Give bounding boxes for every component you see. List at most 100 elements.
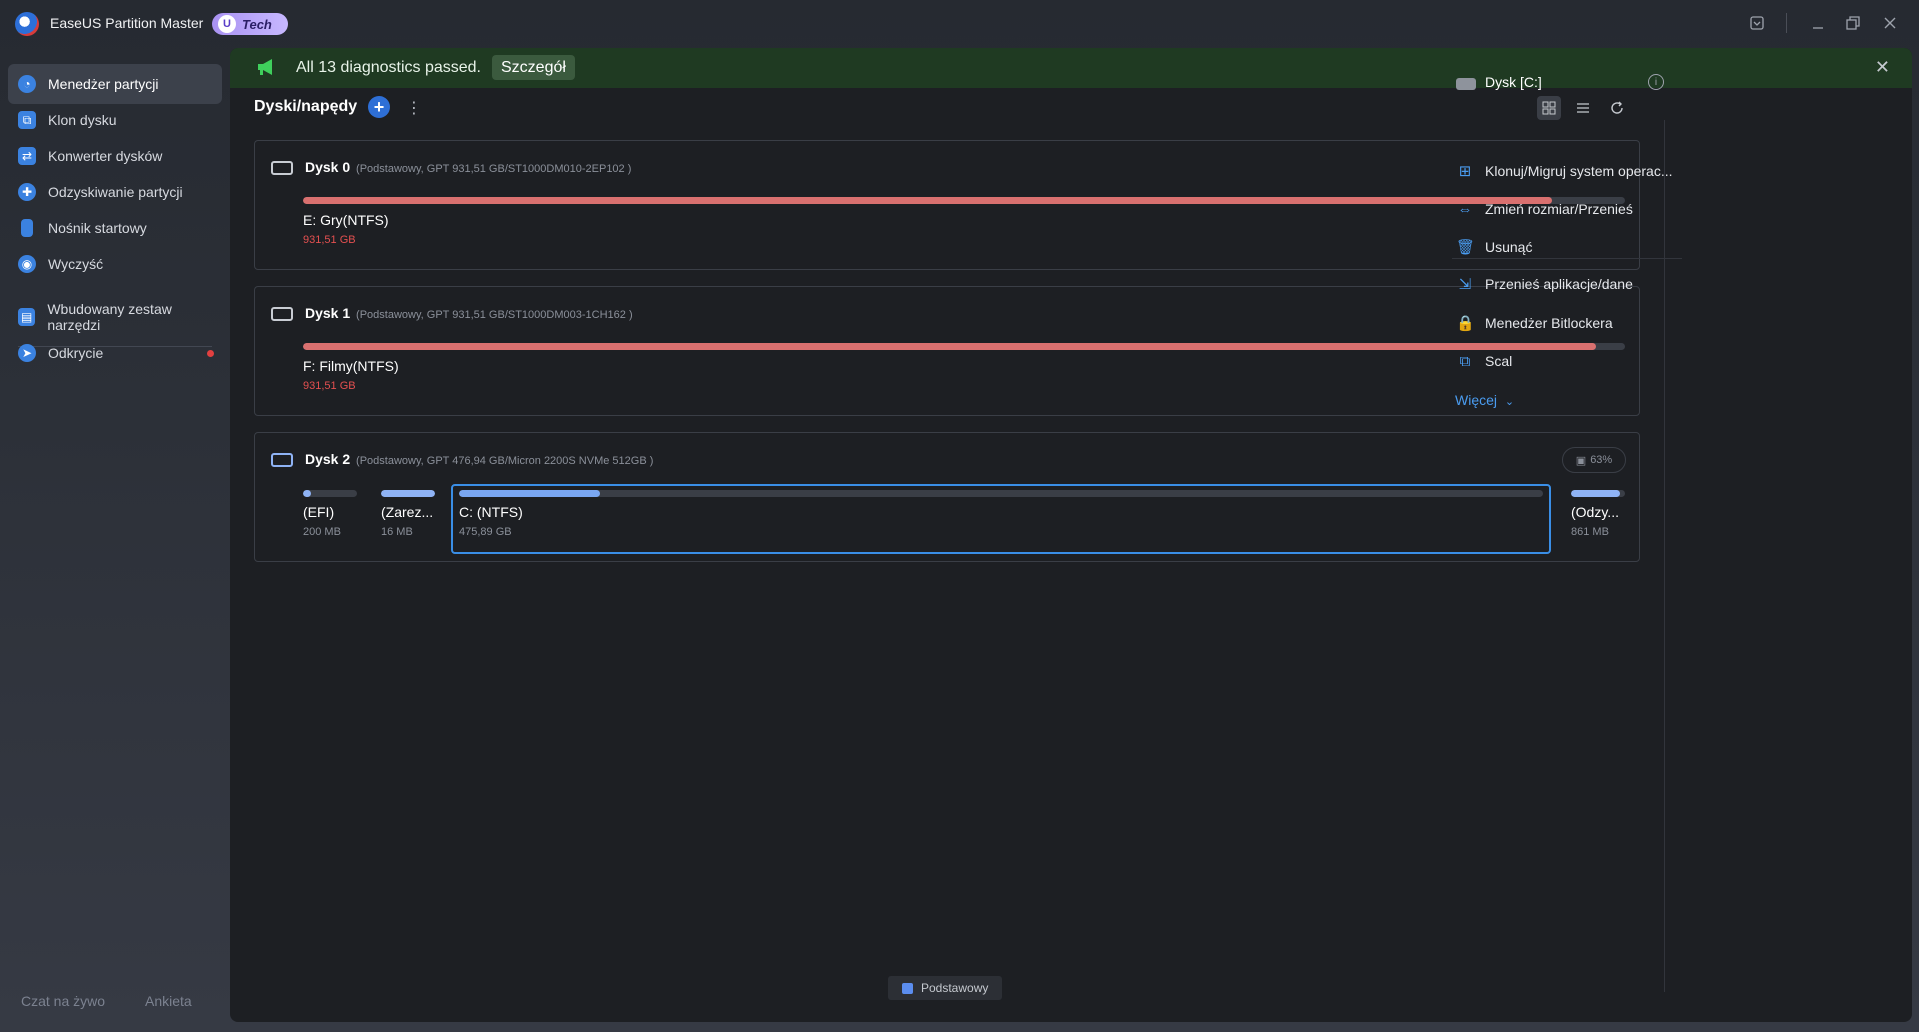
partition-size: 200 MB — [303, 526, 341, 538]
disk-info: (Podstawowy, GPT 931,51 GB/ST1000DM003-1… — [356, 309, 633, 321]
usb-icon — [21, 219, 33, 237]
trash-icon: 🗑 — [1456, 239, 1476, 256]
app-name: EaseUS Partition Master — [50, 15, 204, 31]
sidebar-item-label: Odkrycie — [48, 345, 104, 361]
convert-icon: ⇄ — [18, 147, 36, 165]
sidebar-item-disk-clone[interactable]: ⧉ Klon dysku — [8, 100, 222, 140]
disk-name: Dysk 2 (Podstawowy, GPT 476,94 GB/Micron… — [305, 451, 653, 467]
partition-size: 931,51 GB — [303, 380, 356, 392]
sidebar-item-label: Nośnik startowy — [48, 220, 147, 236]
more-options-icon[interactable]: ⋮ — [406, 98, 422, 118]
clean-icon: ◉ — [18, 255, 36, 273]
sidebar-item-label: Wbudowany zestaw narzędzi — [47, 301, 172, 333]
disk-name: Dysk 1 (Podstawowy, GPT 931,51 GB/ST1000… — [305, 305, 633, 321]
action-resize-move[interactable]: ⇔ Zmień rozmiar/Przenieś — [1456, 197, 1633, 221]
live-chat-link[interactable]: Czat na żywo — [21, 993, 105, 1009]
restore-icon[interactable] — [1843, 13, 1863, 33]
action-label: Klonuj/Migruj system operac... — [1485, 163, 1673, 179]
action-clone-migrate-os[interactable]: ⊞ Klonuj/Migruj system operac... — [1456, 159, 1673, 183]
sidebar: ◔ Menedżer partycji ⧉ Klon dysku ⇄ Konwe… — [0, 47, 230, 1032]
partition-name[interactable]: C: (NTFS) — [459, 504, 523, 520]
chevron-down-icon: ⌄ — [1504, 396, 1515, 408]
add-disk-button[interactable]: + — [368, 96, 390, 118]
disk-card-1[interactable]: Dysk 1 (Podstawowy, GPT 931,51 GB/ST1000… — [254, 286, 1640, 416]
edition-badge-letter: U — [218, 15, 236, 33]
sidebar-item-toolkit[interactable]: ▤ Wbudowany zestaw narzędzi — [8, 297, 222, 337]
feedback-icon[interactable] — [1747, 13, 1767, 33]
close-icon[interactable]: ✕ — [1875, 57, 1890, 78]
more-label: Więcej — [1455, 392, 1498, 408]
clone-icon: ⧉ — [18, 111, 36, 129]
details-button[interactable]: Szczegół — [492, 55, 575, 80]
close-window-icon[interactable] — [1880, 13, 1900, 33]
partition-usage-fill — [303, 343, 1596, 350]
partition-usage-fill — [459, 490, 600, 497]
windows-icon: ⊞ — [1458, 163, 1472, 180]
action-bitlocker[interactable]: 🔒 Menedżer Bitlockera — [1456, 311, 1613, 335]
sidebar-item-discovery[interactable]: ➤ Odkrycie — [8, 333, 222, 373]
disk-card-0[interactable]: Dysk 0 (Podstawowy, GPT 931,51 GB/ST1000… — [254, 140, 1640, 270]
partition-usage-bar — [459, 490, 1543, 497]
partition-name[interactable]: (Odzy... — [1571, 504, 1619, 520]
hard-disk-icon — [271, 161, 293, 175]
partition-name[interactable]: (Zarez... — [381, 504, 433, 520]
legend-label: Podstawowy — [921, 981, 989, 995]
main-panel: All 13 diagnostics passed. Szczegół ✕ Dy… — [230, 48, 1912, 1022]
partition-usage-bar — [303, 490, 357, 497]
partition-usage-bar — [303, 343, 1625, 350]
move-apps-icon: ⇲ — [1458, 276, 1472, 293]
disk-card-2[interactable]: Dysk 2 (Podstawowy, GPT 476,94 GB/Micron… — [254, 432, 1640, 562]
title-separator — [1786, 13, 1787, 33]
right-panel-divider — [1664, 120, 1665, 992]
sidebar-item-disk-converter[interactable]: ⇄ Konwerter dysków — [8, 136, 222, 176]
sidebar-item-cleanup[interactable]: ◉ Wyczyść — [8, 244, 222, 284]
notification-dot — [207, 349, 214, 357]
sidebar-item-bootable-media[interactable]: Nośnik startowy — [8, 208, 222, 248]
partition-usage-fill — [1571, 490, 1620, 497]
disk-info: (Podstawowy, GPT 931,51 GB/ST1000DM010-2… — [356, 163, 632, 175]
list-view-icon[interactable] — [1571, 96, 1595, 120]
sidebar-item-partition-recovery[interactable]: ✚ Odzyskiwanie partycji — [8, 172, 222, 212]
action-delete[interactable]: 🗑 Usunąć — [1456, 235, 1532, 259]
sidebar-item-partition-manager[interactable]: ◔ Menedżer partycji — [8, 64, 222, 104]
sidebar-item-label: Klon dysku — [48, 112, 117, 128]
disk-usage-badge: ▣ 63% — [1562, 447, 1626, 473]
disk-usage-icon: ▣ — [1575, 454, 1587, 467]
info-icon[interactable]: i — [1648, 74, 1664, 90]
legend: Podstawowy — [888, 976, 1003, 1000]
title-bar: EaseUS Partition Master U Tech — [0, 0, 1919, 47]
partition-size: 931,51 GB — [303, 234, 356, 246]
refresh-icon[interactable] — [1605, 96, 1629, 120]
more-actions-link[interactable]: Więcej ⌄ — [1455, 392, 1514, 408]
disk-usage-value: 63% — [1590, 454, 1613, 466]
disk-name: Dysk 0 (Podstawowy, GPT 931,51 GB/ST1000… — [305, 159, 631, 175]
banner-text: All 13 diagnostics passed. — [296, 59, 481, 76]
partition-usage-fill — [303, 490, 312, 497]
bitlocker-icon: 🔒 — [1456, 315, 1475, 332]
action-merge[interactable]: ⧉ Scal — [1456, 349, 1513, 373]
disk-title: Dysk 1 — [305, 305, 351, 321]
partition-name[interactable]: E: Gry(NTFS) — [303, 212, 389, 228]
minimize-icon[interactable] — [1808, 13, 1828, 33]
action-label: Przenieś aplikacje/dane — [1485, 276, 1633, 292]
disk-title: Dysk 0 — [305, 159, 351, 175]
disk-icon — [1456, 78, 1476, 90]
legend-swatch — [902, 982, 913, 994]
partition-name[interactable]: F: Filmy(NTFS) — [303, 358, 399, 374]
action-separator — [1452, 258, 1682, 259]
compass-icon: ➤ — [18, 344, 36, 362]
recovery-icon: ✚ — [18, 183, 36, 201]
survey-link[interactable]: Ankieta — [145, 993, 192, 1009]
toolkit-icon: ▤ — [18, 308, 36, 326]
action-label: Scal — [1485, 353, 1513, 369]
partition-name[interactable]: (EFI) — [303, 504, 334, 520]
edition-badge: U Tech — [212, 13, 288, 35]
partition-usage-bar — [381, 490, 435, 497]
app-logo-icon — [15, 12, 39, 36]
grid-view-icon[interactable] — [1537, 96, 1561, 120]
pie-chart-icon: ◔ — [18, 75, 36, 93]
partition-usage-bar — [303, 197, 1625, 204]
sidebar-item-label: Wyczyść — [48, 256, 104, 272]
action-label: Menedżer Bitlockera — [1485, 315, 1613, 331]
action-move-apps[interactable]: ⇲ Przenieś aplikacje/dane — [1456, 272, 1633, 296]
